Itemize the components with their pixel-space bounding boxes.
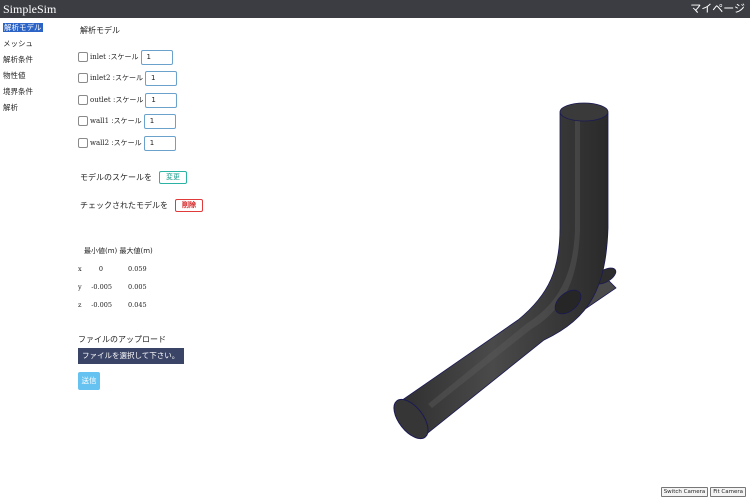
scale-change-row: モデルのスケールを 変更 xyxy=(80,171,187,184)
scale-input[interactable]: 1 xyxy=(143,135,176,151)
sidebar-item-label: 境界条件 xyxy=(3,87,33,96)
sidebar-item-label: 物性値 xyxy=(3,71,26,80)
model-row-wall2: wall2 :スケール 1 xyxy=(78,135,176,151)
pipe-model xyxy=(393,102,617,440)
sidebar-item-mesh[interactable]: メッシュ xyxy=(3,36,70,52)
axis-label: y xyxy=(78,283,82,291)
upload-title: ファイルのアップロード xyxy=(78,335,166,344)
model-label: wall2 :スケール xyxy=(90,139,142,147)
model-label: inlet :スケール xyxy=(90,53,139,61)
section-title: 解析モデル xyxy=(80,26,120,35)
sidebar-item-analysis-conditions[interactable]: 解析条件 xyxy=(3,52,70,68)
sidebar-item-label: 解析 xyxy=(3,103,18,112)
model-checkbox[interactable] xyxy=(78,116,88,126)
brand-logo[interactable]: SimpleSim xyxy=(3,1,56,17)
fit-camera-button[interactable]: Fit Camera xyxy=(710,487,746,497)
min-value: -0.005 xyxy=(91,283,112,291)
bounds-header: 最小値(m) 最大値(m) xyxy=(84,247,153,255)
sidebar: 解析モデル メッシュ 解析条件 物性値 境界条件 解析 xyxy=(0,20,70,116)
sidebar-item-material-properties[interactable]: 物性値 xyxy=(3,68,70,84)
min-value: 0 xyxy=(98,265,103,273)
model-checkbox[interactable] xyxy=(78,52,88,62)
delete-button[interactable]: 削除 xyxy=(175,199,203,212)
sidebar-item-analysis-model[interactable]: 解析モデル xyxy=(3,20,70,36)
scale-change-text: モデルのスケールを xyxy=(80,173,152,182)
sidebar-item-label: 解析条件 xyxy=(3,55,33,64)
model-row-inlet: inlet :スケール 1 xyxy=(78,49,173,65)
max-value: 0.045 xyxy=(128,301,147,309)
switch-camera-button[interactable]: Switch Camera xyxy=(660,487,709,497)
delete-text: チェックされたモデルを xyxy=(80,201,168,210)
change-scale-button[interactable]: 変更 xyxy=(159,171,187,184)
max-value: 0.005 xyxy=(128,283,147,291)
mypage-link[interactable]: マイページ xyxy=(690,1,745,17)
sidebar-item-label: メッシュ xyxy=(3,39,33,48)
top-end-face xyxy=(559,102,609,122)
top-navbar: SimpleSim マイページ xyxy=(0,0,750,18)
file-select-button[interactable]: ファイルを選択して下さい。 xyxy=(78,348,184,364)
model-label: inlet2 :スケール xyxy=(90,74,143,82)
model-checkbox[interactable] xyxy=(78,95,88,105)
axis-label: z xyxy=(78,301,82,309)
scale-input[interactable]: 1 xyxy=(145,92,178,108)
camera-controls: Switch Camera Fit Camera xyxy=(660,487,746,497)
sidebar-item-boundary-conditions[interactable]: 境界条件 xyxy=(3,84,70,100)
min-value: -0.005 xyxy=(91,301,112,309)
model-panel: 解析モデル inlet :スケール 1 inlet2 :スケール 1 outle… xyxy=(78,20,338,500)
3d-viewport[interactable]: Switch Camera Fit Camera xyxy=(340,18,750,501)
model-row-wall1: wall1 :スケール 1 xyxy=(78,113,176,129)
delete-row: チェックされたモデルを 削除 xyxy=(80,199,203,212)
model-row-outlet: outlet :スケール 1 xyxy=(78,92,178,108)
model-row-inlet2: inlet2 :スケール 1 xyxy=(78,70,177,86)
max-value: 0.059 xyxy=(128,265,147,273)
sidebar-item-analysis[interactable]: 解析 xyxy=(3,100,70,116)
model-label: outlet :スケール xyxy=(90,96,144,104)
scale-input[interactable]: 1 xyxy=(140,49,173,65)
scale-input[interactable]: 1 xyxy=(144,70,177,86)
model-checkbox[interactable] xyxy=(78,73,88,83)
sidebar-item-label: 解析モデル xyxy=(3,23,43,32)
model-checkbox[interactable] xyxy=(78,138,88,148)
scale-input[interactable]: 1 xyxy=(143,113,176,129)
submit-button[interactable]: 送信 xyxy=(78,372,100,390)
model-label: wall1 :スケール xyxy=(90,117,142,125)
